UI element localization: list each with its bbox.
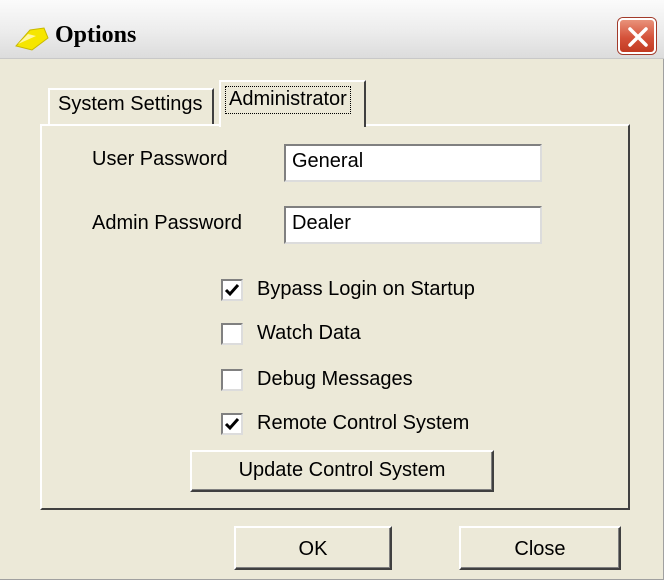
close-window-button[interactable] bbox=[618, 18, 656, 54]
tab-administrator-label: Administrator bbox=[225, 86, 351, 114]
remote-control-label: Remote Control System bbox=[257, 412, 470, 434]
bypass-login-label: Bypass Login on Startup bbox=[257, 278, 475, 300]
tab-administrator[interactable]: Administrator bbox=[219, 80, 366, 127]
watch-data-label: Watch Data bbox=[257, 322, 361, 344]
window-title: Options bbox=[55, 22, 137, 48]
close-button[interactable]: Close bbox=[459, 526, 621, 570]
remote-control-checkbox[interactable] bbox=[221, 413, 243, 435]
ok-button[interactable]: OK bbox=[234, 526, 392, 570]
title-bar[interactable]: Options bbox=[0, 0, 664, 59]
admin-password-label: Admin Password bbox=[92, 212, 243, 234]
checkmark-icon bbox=[224, 284, 240, 297]
debug-messages-label: Debug Messages bbox=[257, 368, 413, 390]
user-password-field[interactable]: General bbox=[284, 144, 542, 182]
admin-password-field[interactable]: Dealer bbox=[284, 206, 542, 244]
tab-system-settings[interactable]: System Settings bbox=[48, 88, 214, 124]
tab-system-settings-label: System Settings bbox=[58, 93, 203, 115]
folder-arrow-icon bbox=[15, 27, 49, 51]
debug-messages-checkbox[interactable] bbox=[221, 369, 243, 391]
watch-data-checkbox[interactable] bbox=[221, 323, 243, 345]
close-x-icon bbox=[628, 27, 648, 47]
bypass-login-checkbox[interactable] bbox=[221, 279, 243, 301]
user-password-label: User Password bbox=[92, 148, 228, 170]
update-control-system-button[interactable]: Update Control System bbox=[190, 450, 494, 492]
checkmark-icon bbox=[224, 418, 240, 431]
options-dialog: Options System Settings Administrator Us… bbox=[0, 0, 664, 580]
